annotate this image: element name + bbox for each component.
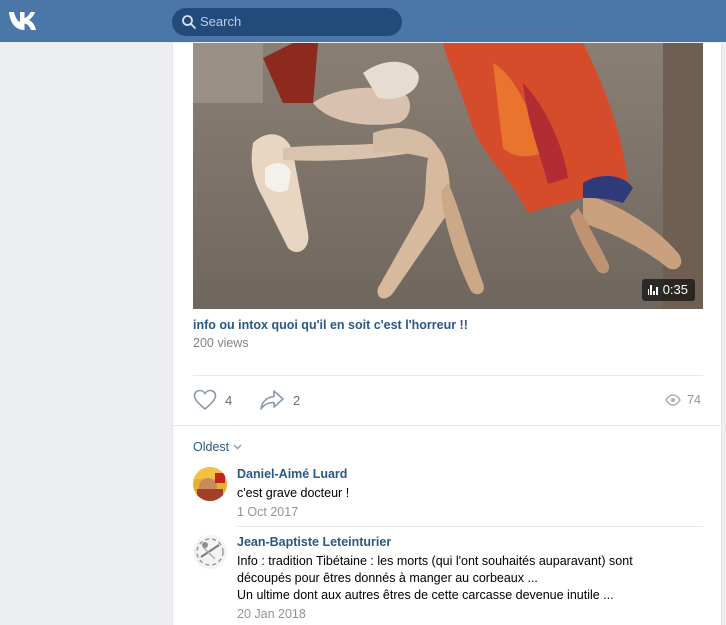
like-count: 4 xyxy=(225,392,233,408)
top-bar: Search xyxy=(0,0,726,42)
divider xyxy=(193,375,703,376)
share-button[interactable]: 2 xyxy=(259,389,300,411)
video-title[interactable]: info ou intox quoi qu'il en soit c'est l… xyxy=(193,318,468,332)
avatar[interactable] xyxy=(193,467,227,501)
comment-date[interactable]: 20 Jan 2018 xyxy=(237,607,306,621)
comment-text: Info : tradition Tibétaine : les morts (… xyxy=(237,553,633,604)
avatar[interactable] xyxy=(193,535,227,569)
divider xyxy=(173,425,723,426)
comment-date[interactable]: 1 Oct 2017 xyxy=(237,505,298,519)
video-player[interactable]: 0:35 xyxy=(193,43,703,309)
sort-label: Oldest xyxy=(193,440,230,454)
divider xyxy=(237,526,703,527)
video-views: 200 views xyxy=(193,336,249,350)
video-thumbnail xyxy=(193,43,703,309)
bars-icon xyxy=(647,285,658,295)
comment-line: c'est grave docteur ! xyxy=(237,486,350,500)
heart-icon xyxy=(193,389,217,411)
search-input[interactable]: Search xyxy=(172,8,402,36)
share-icon xyxy=(260,390,284,410)
eye-icon xyxy=(665,394,681,406)
search-icon xyxy=(182,15,196,29)
like-button[interactable]: 4 xyxy=(193,389,232,411)
views-count-text: 74 xyxy=(687,393,701,407)
avatar-image xyxy=(193,535,227,569)
comment: Jean-Baptiste Leteinturier Info : tradit… xyxy=(193,535,703,625)
comment-line: Un ultime dont aux autres êtres de cette… xyxy=(237,588,614,602)
chevron-down-icon xyxy=(233,444,242,450)
share-count: 2 xyxy=(293,392,301,408)
avatar-image xyxy=(193,467,227,501)
comment-text: c'est grave docteur ! xyxy=(237,485,349,502)
duration-text: 0:35 xyxy=(662,282,688,297)
comment-line: Info : tradition Tibétaine : les morts (… xyxy=(237,554,633,568)
search-placeholder: Search xyxy=(200,14,242,29)
comment-author[interactable]: Daniel-Aimé Luard xyxy=(237,467,347,481)
vk-logo-icon[interactable] xyxy=(7,9,41,33)
comment-author[interactable]: Jean-Baptiste Leteinturier xyxy=(237,535,391,549)
comments-sort-dropdown[interactable]: Oldest xyxy=(193,440,242,454)
comment: Daniel-Aimé Luard c'est grave docteur ! … xyxy=(193,467,703,523)
post-card: 0:35 info ou intox quoi qu'il en soit c'… xyxy=(172,43,723,625)
post-views: 74 xyxy=(665,393,701,407)
video-duration: 0:35 xyxy=(641,279,695,301)
comment-line: découpés pour êtres donnés à manger au c… xyxy=(237,571,538,585)
